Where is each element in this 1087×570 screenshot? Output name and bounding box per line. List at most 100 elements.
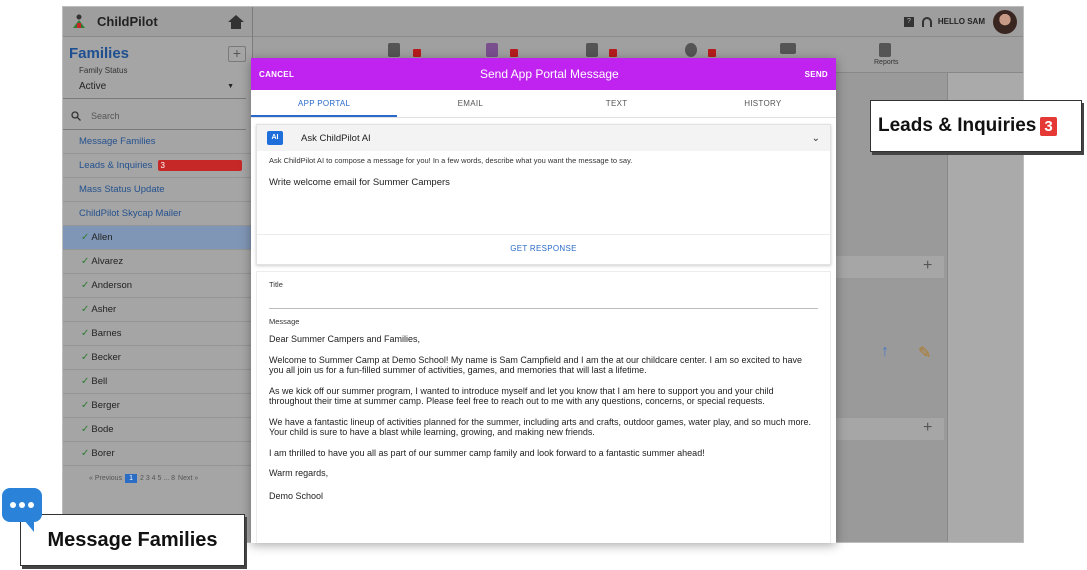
message-families-callout-text: Message Families (47, 528, 218, 551)
get-response-button[interactable]: GET RESPONSE (257, 234, 830, 264)
help-icon[interactable]: ? (903, 16, 914, 27)
avatar[interactable] (993, 9, 1017, 34)
add-icon[interactable]: + (923, 257, 932, 275)
family-name: Bell (91, 375, 108, 387)
calendar-icon[interactable] (388, 43, 400, 57)
family-status-select[interactable]: Active ▼ (63, 75, 246, 99)
toolbar-badge (510, 49, 518, 57)
pagination: « Previous 1 2 3 4 5 ... 8 Next » (63, 466, 252, 483)
add-family-button[interactable]: + (228, 45, 246, 62)
ai-title: Ask ChildPilot AI (301, 132, 371, 144)
pager-previous[interactable]: « Previous (89, 475, 122, 482)
nav-mass-status-update[interactable]: Mass Status Update (63, 178, 252, 202)
tab-email[interactable]: EMAIL (397, 90, 543, 117)
nav-label: Leads & Inquiries (79, 159, 153, 171)
check-icon: ✓ (81, 231, 90, 243)
bubble-dot (10, 502, 16, 508)
message-paragraph: I am thrilled to have you all as part of… (269, 447, 705, 458)
family-name: Anderson (91, 279, 133, 291)
message-label: Message (269, 317, 300, 326)
add-icon[interactable]: + (923, 419, 932, 437)
family-name: Berger (91, 399, 120, 411)
family-name: Asher (91, 303, 117, 315)
families-header: Families + (63, 37, 252, 62)
apple-icon[interactable] (685, 43, 697, 57)
pager-current[interactable]: 1 (125, 474, 137, 483)
message-paragraph: We have a fantastic lineup of activities… (269, 416, 811, 438)
message-paragraph: As we kick off our summer program, I wan… (269, 385, 774, 407)
message-families-callout: Message Families (20, 514, 245, 566)
headset-icon[interactable] (921, 16, 932, 27)
nav-message-families[interactable]: Message Families (63, 130, 252, 154)
sidebar: ChildPilot Families + Family Status Acti… (63, 7, 253, 542)
leads-callout-count: 3 (1040, 116, 1057, 136)
ai-prompt-input[interactable]: Write welcome email for Summer Campers (257, 165, 830, 188)
family-list-item[interactable]: ✓ Borer (63, 442, 252, 466)
family-icon[interactable] (486, 43, 498, 57)
toolbar-badge (708, 49, 716, 57)
leads-callout-text: Leads & Inquiries (878, 115, 1037, 136)
chevron-down-icon[interactable]: ⌄ (812, 133, 820, 144)
childpilot-logo-icon (73, 14, 85, 28)
check-icon: ✓ (81, 255, 90, 267)
send-button[interactable]: SEND (805, 70, 828, 79)
pager-next[interactable]: Next » (178, 475, 198, 482)
reports-label[interactable]: Reports (874, 59, 899, 66)
family-name: Borer (91, 447, 115, 459)
title-input[interactable] (269, 289, 818, 309)
nav-skycap-mailer[interactable]: ChildPilot Skycap Mailer (63, 202, 252, 226)
check-icon: ✓ (81, 399, 90, 411)
nav-leads-inquiries[interactable]: Leads & Inquiries 3 (63, 154, 252, 178)
top-bar: ? HELLO SAM (253, 7, 1023, 37)
family-name: Bode (91, 423, 114, 435)
ai-header[interactable]: AI Ask ChildPilot AI ⌄ (257, 125, 830, 151)
check-icon: ✓ (81, 303, 90, 315)
message-form: Title Message Dear Summer Campers and Fa… (256, 271, 831, 543)
search-input[interactable]: Search (63, 103, 246, 130)
modal-header: CANCEL Send App Portal Message SEND (251, 58, 836, 90)
family-list-item[interactable]: ✓ Asher (63, 298, 252, 322)
family-list-item[interactable]: ✓ Barnes (63, 322, 252, 346)
child-icon[interactable] (586, 43, 598, 57)
pager-pages[interactable]: 2 3 4 5 ... 8 (140, 475, 175, 482)
message-paragraph: Welcome to Summer Camp at Demo School! M… (269, 354, 803, 376)
family-list-item[interactable]: ✓ Becker (63, 346, 252, 370)
arrow-up-icon[interactable]: ↑ (881, 343, 889, 361)
family-name: Alvarez (91, 255, 124, 267)
family-status-value: Active (79, 81, 107, 92)
family-list-item[interactable]: ✓ Bell (63, 370, 252, 394)
bubble-dot (28, 502, 34, 508)
family-list-item[interactable]: ✓ Allen (63, 226, 252, 250)
family-list-item[interactable]: ✓ Anderson (63, 274, 252, 298)
family-list-item[interactable]: ✓ Berger (63, 394, 252, 418)
modal-tabs: APP PORTAL EMAIL TEXT HISTORY (251, 90, 836, 118)
message-textarea[interactable]: Dear Summer Campers and Families, Welcom… (269, 326, 818, 501)
family-name: Becker (91, 351, 121, 363)
check-icon: ✓ (81, 279, 90, 291)
check-icon: ✓ (81, 447, 90, 459)
family-list-item[interactable]: ✓ Alvarez (63, 250, 252, 274)
title-label: Title (269, 280, 283, 289)
reports-icon[interactable] (879, 43, 891, 57)
tab-history[interactable]: HISTORY (690, 90, 836, 117)
family-name: Allen (91, 231, 113, 243)
check-icon: ✓ (81, 375, 90, 387)
chevron-down-icon: ▼ (227, 83, 234, 90)
search-placeholder: Search (91, 111, 120, 121)
nav-label: Message Families (79, 135, 156, 147)
tab-app-portal[interactable]: APP PORTAL (251, 90, 398, 117)
leads-badge: 3 (157, 160, 242, 171)
send-message-modal: CANCEL Send App Portal Message SEND APP … (251, 58, 836, 543)
home-icon[interactable] (228, 14, 244, 29)
billing-icon[interactable] (780, 43, 796, 54)
nav-label: Mass Status Update (79, 183, 165, 195)
cancel-button[interactable]: CANCEL (259, 70, 294, 79)
tab-text[interactable]: TEXT (544, 90, 690, 117)
ai-chip-icon: AI (267, 131, 283, 145)
check-icon: ✓ (81, 327, 90, 339)
greeting: HELLO SAM (937, 17, 985, 26)
family-list-item[interactable]: ✓ Bode (63, 418, 252, 442)
message-paragraph: Warm regards, (269, 468, 329, 478)
check-icon: ✓ (81, 423, 90, 435)
edit-pencil-icon[interactable]: ✎ (918, 343, 931, 363)
